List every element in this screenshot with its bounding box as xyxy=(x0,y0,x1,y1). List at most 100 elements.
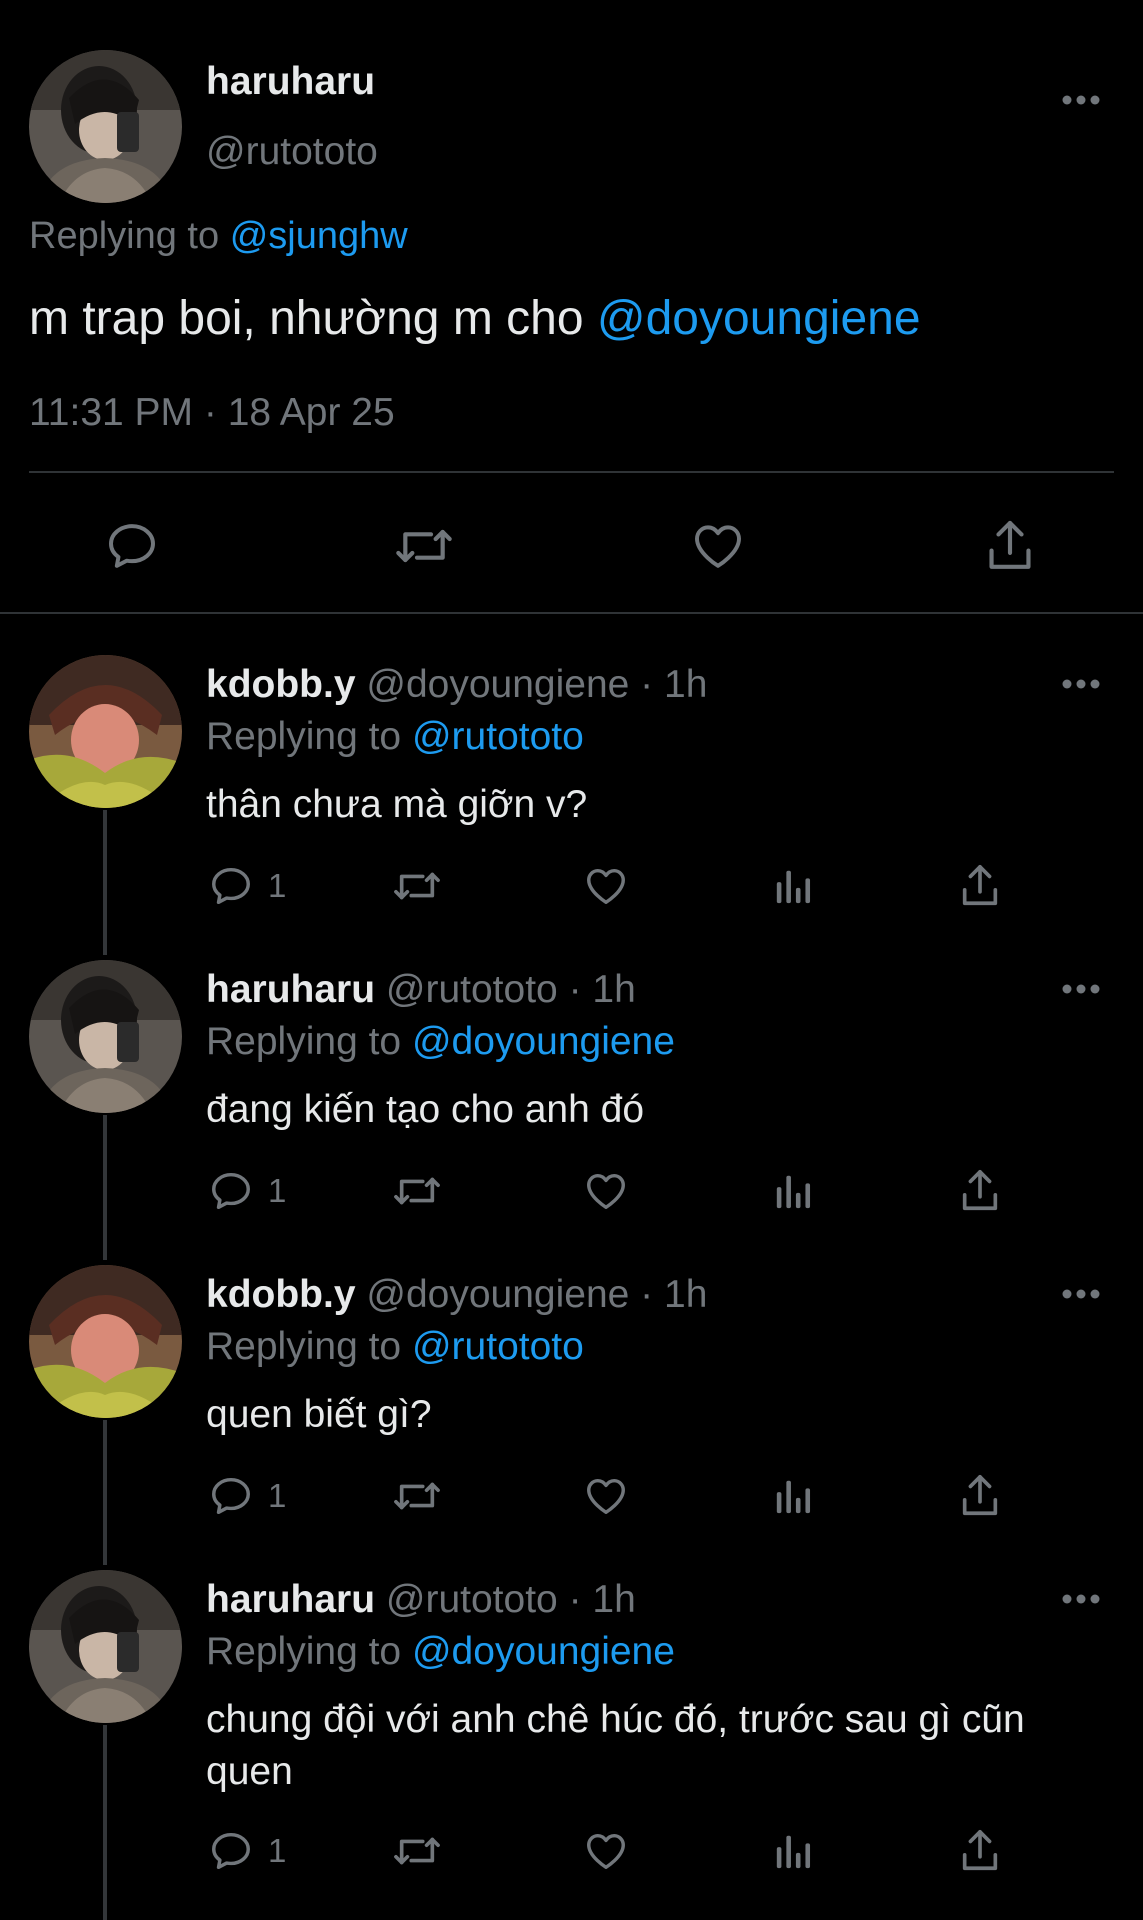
replying-to-line: Replying to @doyoungiene xyxy=(206,1630,675,1674)
user-handle[interactable]: @doyoungiene xyxy=(366,1273,629,1316)
reply-button[interactable]: 1 xyxy=(208,1168,286,1214)
list-item[interactable]: kdobb.y @doyoungiene · 1h Replying to @r… xyxy=(0,655,1143,955)
replying-to-line: Replying to @rutototo xyxy=(206,1325,584,1369)
display-name[interactable]: kdobb.y xyxy=(206,663,356,706)
display-name[interactable]: haruharu xyxy=(206,60,375,104)
reply-time[interactable]: 1h xyxy=(664,663,707,706)
main-tweet: haruharu @rutototo Replying to @sjunghw … xyxy=(0,0,1143,614)
reply-bubble-icon xyxy=(109,524,155,568)
reply-time[interactable]: 1h xyxy=(664,1273,707,1316)
share-button[interactable] xyxy=(957,1826,1003,1876)
more-horizontal-icon[interactable] xyxy=(1061,677,1101,691)
replying-to-line: Replying to @rutototo xyxy=(206,715,584,759)
replying-to-mention[interactable]: @doyoungiene xyxy=(412,1630,675,1673)
views-button[interactable] xyxy=(773,1473,815,1519)
reply-actions: 1 xyxy=(0,855,1143,915)
reply-button[interactable] xyxy=(104,518,160,574)
tweet-text: m trap boi, nhường m cho @doyoungiene xyxy=(29,291,921,346)
share-upload-icon xyxy=(962,865,998,906)
display-name[interactable]: kdobb.y xyxy=(206,1273,356,1316)
replying-to-mention[interactable]: @rutototo xyxy=(412,715,584,758)
reply-header: haruharu @rutototo · 1h xyxy=(206,1578,636,1622)
like-button[interactable] xyxy=(583,1473,629,1519)
avatar[interactable] xyxy=(29,1265,182,1418)
reply-bubble-icon xyxy=(212,1477,250,1515)
reply-bubble-icon xyxy=(212,867,250,905)
share-upload-icon xyxy=(989,520,1031,569)
retweet-button[interactable] xyxy=(393,518,455,574)
heart-icon xyxy=(695,525,741,568)
reply-bubble-icon xyxy=(212,1832,250,1870)
share-upload-icon xyxy=(962,1830,998,1871)
display-name[interactable]: haruharu xyxy=(206,1578,375,1621)
tweet-text-body: m trap boi, nhường m cho xyxy=(29,292,597,345)
tweet-timestamp[interactable]: 11:31 PM · 18 Apr 25 xyxy=(29,391,395,435)
more-horizontal-icon[interactable] xyxy=(1061,982,1101,996)
replying-to-label: Replying to xyxy=(206,715,402,758)
retweet-icon xyxy=(396,529,452,563)
list-item[interactable]: haruharu @rutototo · 1h Replying to @doy… xyxy=(0,1570,1143,1920)
avatar[interactable] xyxy=(29,50,182,203)
replying-to-label: Replying to xyxy=(206,1020,402,1063)
reply-header: kdobb.y @doyoungiene · 1h xyxy=(206,1273,707,1317)
display-name[interactable]: haruharu xyxy=(206,968,375,1011)
reply-text: đang kiến tạo cho anh đó xyxy=(206,1088,645,1131)
more-horizontal-icon[interactable] xyxy=(1061,1287,1101,1301)
views-bar-chart-icon xyxy=(776,1175,811,1209)
replying-to-line: Replying to @doyoungiene xyxy=(206,1020,675,1064)
reply-time[interactable]: 1h xyxy=(592,1578,635,1621)
list-item[interactable]: kdobb.y @doyoungiene · 1h Replying to @r… xyxy=(0,1265,1143,1565)
like-button[interactable] xyxy=(583,863,629,909)
share-button[interactable] xyxy=(957,1471,1003,1521)
replying-to-mention[interactable]: @rutototo xyxy=(412,1325,584,1368)
like-button[interactable] xyxy=(690,518,746,574)
share-upload-icon xyxy=(962,1170,998,1211)
avatar[interactable] xyxy=(29,1570,182,1723)
replying-to-label: Replying to xyxy=(206,1630,402,1673)
share-button[interactable] xyxy=(957,1166,1003,1216)
replying-to-mention[interactable]: @sjunghw xyxy=(230,215,408,257)
reply-button[interactable]: 1 xyxy=(208,1828,286,1874)
reply-header: kdobb.y @doyoungiene · 1h xyxy=(206,663,707,707)
separator-dot: · xyxy=(640,663,654,706)
more-horizontal-icon[interactable] xyxy=(1061,93,1101,107)
tweet-text-mention[interactable]: @doyoungiene xyxy=(597,292,921,345)
retweet-icon xyxy=(394,872,440,900)
reply-count: 1 xyxy=(268,1832,287,1869)
separator-dot: · xyxy=(568,968,582,1011)
avatar[interactable] xyxy=(29,655,182,808)
reply-time[interactable]: 1h xyxy=(592,968,635,1011)
retweet-icon xyxy=(394,1177,440,1205)
divider xyxy=(29,471,1114,473)
reply-actions: 1 xyxy=(0,1820,1143,1880)
replying-to-mention[interactable]: @doyoungiene xyxy=(412,1020,675,1063)
like-button[interactable] xyxy=(583,1828,629,1874)
retweet-icon xyxy=(394,1482,440,1510)
user-handle[interactable]: @rutototo xyxy=(386,1578,558,1621)
heart-icon xyxy=(587,868,625,905)
retweet-button[interactable] xyxy=(391,863,443,909)
retweet-icon xyxy=(394,1837,440,1865)
retweet-button[interactable] xyxy=(391,1168,443,1214)
separator-dot: · xyxy=(568,1578,582,1621)
reply-count: 1 xyxy=(268,1172,287,1209)
reply-button[interactable]: 1 xyxy=(208,1473,286,1519)
retweet-button[interactable] xyxy=(391,1828,443,1874)
views-button[interactable] xyxy=(773,863,815,909)
retweet-button[interactable] xyxy=(391,1473,443,1519)
reply-text: chung đội với anh chê húc đó, trước sau … xyxy=(206,1698,1025,1793)
share-button[interactable] xyxy=(957,861,1003,911)
user-handle[interactable]: @doyoungiene xyxy=(366,663,629,706)
avatar[interactable] xyxy=(29,960,182,1113)
user-handle[interactable]: @rutototo xyxy=(386,968,558,1011)
list-item[interactable]: haruharu @rutototo · 1h Replying to @doy… xyxy=(0,960,1143,1260)
views-button[interactable] xyxy=(773,1168,815,1214)
views-button[interactable] xyxy=(773,1828,815,1874)
like-button[interactable] xyxy=(583,1168,629,1214)
reply-text: thân chưa mà giỡn v? xyxy=(206,783,588,826)
user-handle[interactable]: @rutototo xyxy=(206,130,378,174)
share-button[interactable] xyxy=(982,516,1038,576)
more-horizontal-icon[interactable] xyxy=(1061,1592,1101,1606)
reply-header: haruharu @rutototo · 1h xyxy=(206,968,636,1012)
reply-button[interactable]: 1 xyxy=(208,863,286,909)
